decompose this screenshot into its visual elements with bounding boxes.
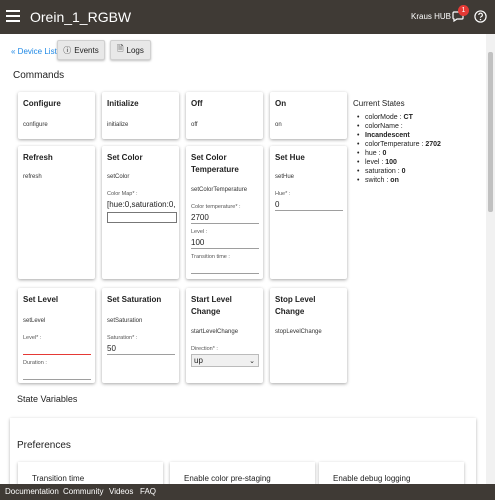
command-card-set-color-temperature: Set Color Temperature setColorTemperatur… (186, 146, 263, 279)
command-card-off: Off off (186, 92, 263, 139)
direction-label: Direction* : (191, 346, 218, 352)
command-title: Configure (23, 99, 61, 108)
device-page: « Device List ⓘ Events 🗎 Logs Commands C… (0, 34, 486, 484)
device-list-link[interactable]: « Device List (11, 47, 57, 56)
level-label: Level : (191, 229, 208, 235)
footer-link-documentation[interactable]: Documentation (5, 487, 59, 496)
state-item: hue : 0 (357, 149, 441, 158)
direction-select[interactable]: up ⌄ (191, 354, 259, 367)
state-item: level : 100 (357, 158, 441, 167)
hue-field[interactable]: 0 (275, 199, 343, 211)
command-card-set-hue: Set Hue setHue Hue* : 0 (270, 146, 347, 279)
command-name: setColorTemperature (191, 187, 248, 193)
command-name: on (275, 122, 282, 128)
command-card-stop-level-change: Stop Level Change stopLevelChange (270, 288, 347, 383)
footer-link-community[interactable]: Community (63, 487, 103, 496)
scrollbar-thumb[interactable] (488, 52, 493, 212)
command-title: Set Color (107, 153, 143, 162)
state-item: colorTemperature : 2702 (357, 140, 441, 149)
state-item: colorMode : CT (357, 113, 441, 122)
command-title: Set Hue (275, 153, 305, 162)
command-card-set-level: Set Level setLevel Level* : Duration : (18, 288, 95, 383)
command-title: Set Level (23, 295, 59, 304)
state-item: switch : on (357, 176, 441, 185)
preferences-heading: Preferences (17, 440, 71, 451)
transition-time-label: Transition time : (191, 254, 230, 260)
events-button[interactable]: ⓘ Events (57, 40, 105, 60)
state-item: saturation : 0 (357, 167, 441, 176)
command-card-start-level-change: Start Level Change startLevelChange Dire… (186, 288, 263, 383)
pref-debug-logging[interactable]: Enable debug logging (319, 462, 464, 484)
command-card-set-saturation: Set Saturation setSaturation Saturation*… (102, 288, 179, 383)
command-name: off (191, 122, 198, 128)
info-icon: ⓘ (63, 45, 72, 55)
direction-selected-value: up (194, 356, 203, 365)
state-item-continued: Incandescent (357, 131, 441, 140)
state-variables-heading[interactable]: State Variables (17, 394, 77, 404)
command-title: Set Color Temperature (191, 153, 239, 174)
level-field[interactable]: 100 (191, 237, 259, 249)
command-title: Stop Level Change (275, 295, 316, 316)
command-title: Initialize (107, 99, 139, 108)
command-title: On (275, 99, 287, 108)
command-name: setColor (107, 174, 130, 180)
page-title: Orein_1_RGBW (30, 9, 132, 25)
command-name: stopLevelChange (275, 329, 322, 335)
color-map-label: Color Map* : (107, 191, 138, 197)
color-map-field[interactable]: [hue:0,saturation:0,l (107, 199, 175, 211)
pref-label: Enable color pre-staging (184, 474, 271, 483)
command-card-set-color: Set Color setColor Color Map* : [hue:0,s… (102, 146, 179, 279)
pref-label: Enable debug logging (333, 474, 411, 483)
footer-link-faq[interactable]: FAQ (140, 487, 156, 496)
command-name: setHue (275, 174, 295, 180)
current-states-title: Current States (353, 99, 405, 108)
duration-label: Duration : (23, 360, 47, 366)
scrollbar[interactable] (486, 34, 495, 484)
top-bar: Orein_1_RGBW Kraus HUB 1 (0, 0, 495, 34)
command-card-refresh: Refresh refresh (18, 146, 95, 279)
menu-icon[interactable] (6, 10, 20, 22)
state-item: colorName : (357, 122, 441, 131)
document-icon: 🗎 (117, 44, 124, 53)
command-name: setSaturation (107, 318, 143, 324)
logs-button-label: Logs (126, 45, 144, 55)
command-name: configure (23, 122, 48, 128)
command-title: Set Saturation (107, 295, 162, 304)
color-temperature-field[interactable]: 2700 (191, 212, 259, 224)
command-title: Off (191, 99, 203, 108)
command-title: Refresh (23, 153, 53, 162)
transition-time-field[interactable] (191, 262, 259, 274)
level-label: Level* : (23, 335, 42, 341)
chevron-down-icon: ⌄ (249, 358, 255, 365)
color-temperature-label: Color temperature* : (191, 204, 241, 210)
command-name: refresh (23, 174, 42, 180)
footer: Documentation Community Videos FAQ (0, 484, 495, 500)
command-name: setLevel (23, 318, 46, 324)
logs-button[interactable]: 🗎 Logs (110, 40, 151, 60)
current-states: Current States colorMode : CT colorName … (353, 99, 441, 185)
level-field[interactable] (23, 343, 91, 355)
commands-heading: Commands (13, 70, 65, 81)
command-card-configure: Configure configure (18, 92, 95, 139)
help-icon[interactable] (474, 10, 487, 23)
preferences-panel: Preferences Transition time Enable color… (10, 418, 476, 484)
command-card-on: On on (270, 92, 347, 139)
color-map-input[interactable] (107, 212, 177, 223)
saturation-field[interactable]: 50 (107, 343, 175, 355)
pref-transition-time[interactable]: Transition time (18, 462, 163, 484)
events-button-label: Events (74, 45, 99, 55)
notification-badge: 1 (458, 5, 469, 16)
command-name: initialize (107, 122, 129, 128)
command-title: Start Level Change (191, 295, 232, 316)
pref-color-prestaging[interactable]: Enable color pre-staging (170, 462, 315, 484)
footer-link-videos[interactable]: Videos (109, 487, 133, 496)
command-card-initialize: Initialize initialize (102, 92, 179, 139)
duration-field[interactable] (23, 368, 91, 380)
hue-label: Hue* : (275, 191, 291, 197)
saturation-label: Saturation* : (107, 335, 138, 341)
pref-label: Transition time (32, 474, 85, 483)
command-name: startLevelChange (191, 329, 239, 335)
hub-name: Kraus HUB (411, 12, 452, 21)
